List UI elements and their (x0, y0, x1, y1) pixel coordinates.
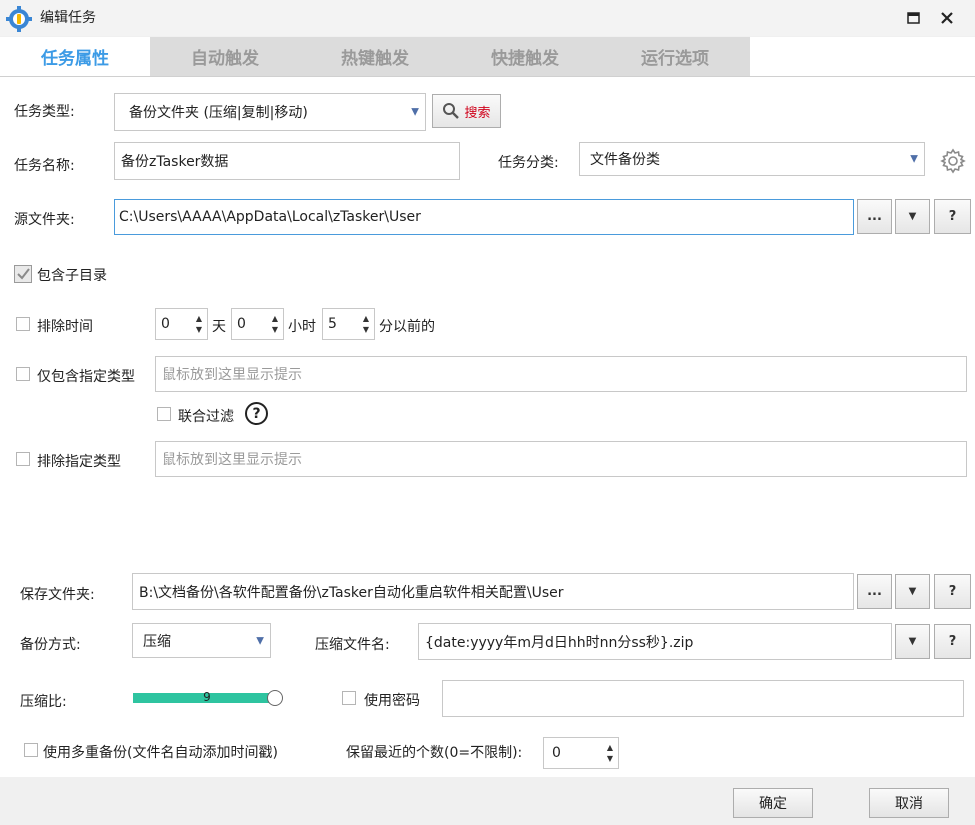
save-folder-value: B:\文档备份\各软件配置备份\zTasker自动化重启软件相关配置\User (139, 584, 564, 601)
stepper-arrows-icon[interactable]: ▲ ▼ (605, 742, 615, 764)
multi-backup-label: 使用多重备份(文件名自动添加时间戳) (43, 745, 278, 761)
zip-name-help-button[interactable]: ? (934, 624, 971, 659)
task-category-value: 文件备份类 (590, 152, 660, 168)
maximize-button[interactable] (900, 6, 926, 30)
save-browse-button[interactable]: ... (857, 574, 892, 609)
include-subdir-checkbox[interactable] (14, 265, 32, 283)
backup-mode-select[interactable]: 压缩 ▼ (132, 623, 271, 658)
tab-quick-trigger[interactable]: 快捷触发 (450, 37, 600, 76)
compress-ratio-label: 压缩比: (20, 694, 67, 710)
exclude-minutes-stepper[interactable]: 5 ▲ ▼ (322, 308, 375, 340)
search-label: 搜索 (464, 105, 491, 121)
task-name-value: 备份zTasker数据 (121, 154, 229, 170)
dropdown-arrow-icon: ▼ (256, 635, 264, 646)
tab-task-properties[interactable]: 任务属性 (0, 37, 150, 76)
exclude-minutes-value: 5 (328, 316, 337, 332)
exclude-types-placeholder: 鼠标放到这里显示提示 (162, 452, 302, 468)
compress-ratio-slider-thumb[interactable] (267, 690, 283, 706)
use-password-checkbox[interactable] (342, 691, 356, 705)
tab-auto-trigger[interactable]: 自动触发 (150, 37, 300, 76)
tab-bar: 任务属性 自动触发 热键触发 快捷触发 运行选项 (0, 37, 975, 77)
close-button[interactable] (934, 6, 960, 30)
task-name-label: 任务名称: (14, 158, 75, 174)
save-dropdown-button[interactable]: ▼ (895, 574, 930, 609)
include-types-placeholder: 鼠标放到这里显示提示 (162, 367, 302, 383)
save-help-button[interactable]: ? (934, 574, 971, 609)
app-gear-icon (6, 6, 32, 32)
keep-recent-value: 0 (552, 745, 561, 761)
task-category-select[interactable]: 文件备份类 ▼ (579, 142, 925, 176)
include-types-checkbox[interactable] (16, 367, 30, 381)
hours-unit-label: 小时 (288, 319, 316, 335)
include-subdir-label: 包含子目录 (37, 268, 107, 284)
exclude-hours-stepper[interactable]: 0 ▲ ▼ (231, 308, 284, 340)
task-name-input[interactable]: 备份zTasker数据 (114, 142, 460, 180)
save-folder-label: 保存文件夹: (20, 587, 95, 603)
dropdown-arrow-icon: ▼ (910, 153, 918, 165)
joint-filter-label: 联合过滤 (178, 409, 234, 425)
exclude-types-label: 排除指定类型 (37, 454, 121, 470)
tab-hotkey-trigger[interactable]: 热键触发 (300, 37, 450, 76)
ok-button[interactable]: 确定 (733, 788, 813, 818)
stepper-arrows-icon[interactable]: ▲ ▼ (361, 313, 371, 335)
tab-run-options[interactable]: 运行选项 (600, 37, 750, 76)
search-button[interactable]: 搜索 (432, 94, 501, 128)
checkmark-icon (17, 268, 30, 280)
stepper-arrows-icon[interactable]: ▲ ▼ (270, 313, 280, 335)
joint-filter-help-icon[interactable]: ? (245, 402, 268, 425)
exclude-time-label: 排除时间 (37, 319, 93, 335)
task-type-select[interactable]: 备份文件夹 (压缩|复制|移动) ▼ (114, 93, 426, 131)
joint-filter-checkbox[interactable] (157, 407, 171, 421)
compress-ratio-value: 9 (203, 690, 211, 704)
stepper-arrows-icon[interactable]: ▲ ▼ (194, 313, 204, 335)
backup-mode-value: 压缩 (143, 633, 171, 650)
compress-ratio-slider-track[interactable]: 9 (133, 690, 281, 704)
include-types-input[interactable]: 鼠标放到这里显示提示 (155, 356, 967, 392)
dropdown-arrow-icon: ▼ (908, 586, 917, 597)
zip-name-value: {date:yyyy年m月d日hh时nn分ss秒}.zip (425, 634, 694, 651)
password-input[interactable] (442, 680, 964, 717)
exclude-types-input[interactable]: 鼠标放到这里显示提示 (155, 441, 967, 477)
exclude-types-checkbox[interactable] (16, 452, 30, 466)
dropdown-arrow-icon: ▼ (908, 636, 917, 647)
task-category-label: 任务分类: (498, 155, 559, 171)
dropdown-arrow-icon: ▼ (411, 106, 419, 118)
exclude-days-value: 0 (161, 316, 170, 332)
search-icon (443, 103, 460, 119)
dialog-footer: 确定 取消 (0, 777, 975, 825)
zip-name-label: 压缩文件名: (315, 637, 390, 653)
source-browse-button[interactable]: ... (857, 199, 892, 234)
days-unit-label: 天 (212, 319, 226, 335)
task-properties-panel: 任务类型: 备份文件夹 (压缩|复制|移动) ▼ 搜索 任务名称: 备份zTas… (0, 77, 975, 777)
include-types-label: 仅包含指定类型 (37, 369, 135, 385)
multi-backup-checkbox[interactable] (24, 743, 38, 757)
keep-recent-stepper[interactable]: 0 ▲ ▼ (543, 737, 619, 769)
dropdown-arrow-icon: ▼ (908, 211, 917, 222)
backup-mode-label: 备份方式: (20, 637, 81, 653)
title-bar: 编辑任务 (0, 0, 975, 36)
close-icon (941, 12, 953, 24)
task-type-label: 任务类型: (14, 104, 75, 120)
save-folder-input[interactable]: B:\文档备份\各软件配置备份\zTasker自动化重启软件相关配置\User (132, 573, 854, 610)
source-folder-input[interactable]: C:\Users\AAAA\AppData\Local\zTasker\User (114, 199, 854, 235)
source-dropdown-button[interactable]: ▼ (895, 199, 930, 234)
exclude-days-stepper[interactable]: 0 ▲ ▼ (155, 308, 208, 340)
source-folder-label: 源文件夹: (14, 212, 75, 228)
source-help-button[interactable]: ? (934, 199, 971, 234)
source-folder-value: C:\Users\AAAA\AppData\Local\zTasker\User (119, 209, 421, 225)
zip-name-dropdown-button[interactable]: ▼ (895, 624, 930, 659)
exclude-time-checkbox[interactable] (16, 317, 30, 331)
category-settings-gear-icon[interactable] (940, 148, 966, 174)
window-title: 编辑任务 (40, 10, 96, 26)
task-type-value: 备份文件夹 (压缩|复制|移动) (129, 105, 308, 121)
cancel-button[interactable]: 取消 (869, 788, 949, 818)
keep-recent-label: 保留最近的个数(0=不限制): (346, 745, 523, 761)
minutes-unit-label: 分以前的 (379, 319, 435, 335)
zip-name-input[interactable]: {date:yyyy年m月d日hh时nn分ss秒}.zip (418, 623, 892, 660)
use-password-label: 使用密码 (364, 693, 420, 709)
exclude-hours-value: 0 (237, 316, 246, 332)
